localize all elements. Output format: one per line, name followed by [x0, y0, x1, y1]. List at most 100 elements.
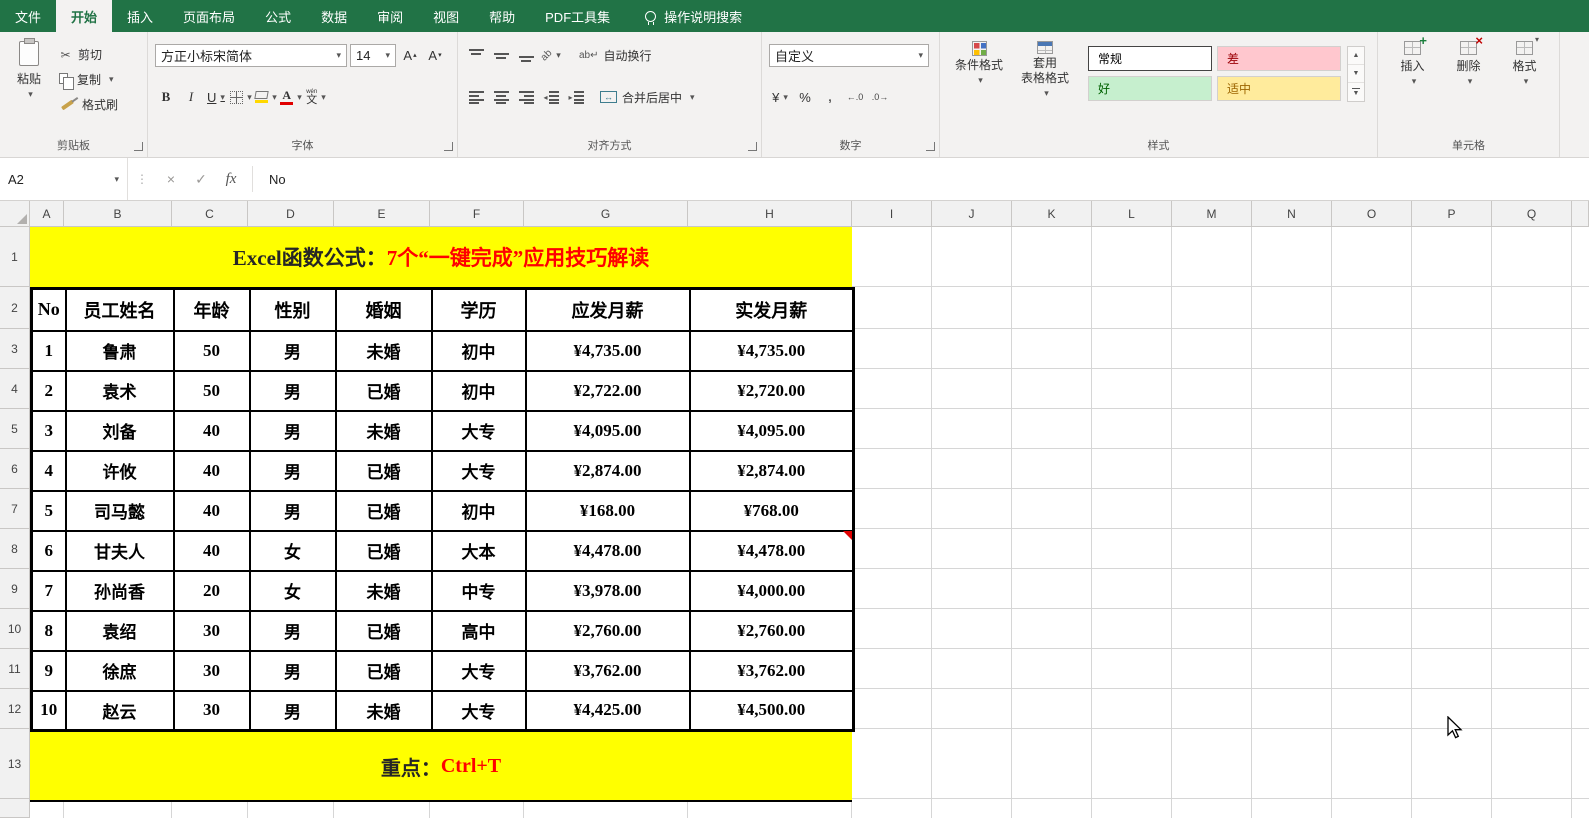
tab-页面布局[interactable]: 页面布局 [168, 0, 250, 32]
style-chip-差[interactable]: 差 [1217, 46, 1341, 71]
table-header-4[interactable]: 婚姻 [334, 287, 433, 332]
column-header-C[interactable]: C [172, 201, 248, 227]
increase-indent-button[interactable]: ▸ [565, 86, 587, 108]
cell-r5-c4[interactable]: 未婚 [334, 409, 433, 452]
decrease-font-size-button[interactable]: A ▾ [424, 44, 446, 66]
font-name-select[interactable]: 方正小标宋简体 ▾ [155, 43, 347, 67]
row-header-2[interactable]: 2 [0, 287, 30, 329]
cell-r4-c7[interactable]: ¥2,720.00 [688, 369, 855, 412]
cell-r11-c4[interactable]: 已婚 [334, 649, 433, 692]
cell-r10-c5[interactable]: 高中 [430, 609, 527, 652]
cell-r11-c3[interactable]: 男 [248, 649, 337, 692]
cell-r4-c3[interactable]: 男 [248, 369, 337, 412]
cell-r6-c6[interactable]: ¥2,874.00 [524, 449, 691, 492]
column-header-M[interactable]: M [1172, 201, 1252, 227]
cell-r6-c4[interactable]: 已婚 [334, 449, 433, 492]
accounting-format-button[interactable]: ¥ ▾ [769, 86, 791, 108]
format-cells-button[interactable]: 格式 ▾ [1500, 34, 1550, 134]
clipboard-dialog-launcher[interactable] [134, 142, 143, 151]
gallery-scroll-down-icon[interactable]: ▼ [1348, 65, 1364, 83]
align-right-button[interactable] [515, 86, 537, 108]
cell-r8-c4[interactable]: 已婚 [334, 529, 433, 572]
confirm-entry-icon[interactable]: ✓ [186, 171, 216, 188]
cell-r6-c2[interactable]: 40 [172, 449, 251, 492]
fill-color-button[interactable]: ▾ [254, 86, 277, 108]
number-format-select[interactable]: 自定义 ▾ [769, 43, 929, 67]
phonetic-guide-button[interactable]: wén 文 ▾ [305, 86, 327, 108]
increase-decimal-button[interactable]: ←.0 [844, 86, 866, 108]
table-header-1[interactable]: 员工姓名 [64, 287, 175, 332]
cell-r5-c0[interactable]: 3 [30, 409, 67, 452]
column-header-D[interactable]: D [248, 201, 334, 227]
tab-数据[interactable]: 数据 [306, 0, 362, 32]
cell-r7-c5[interactable]: 初中 [430, 489, 527, 532]
cell-r4-c2[interactable]: 50 [172, 369, 251, 412]
cut-button[interactable]: ✂ 剪切 [58, 44, 118, 65]
row-header-1[interactable]: 1 [0, 227, 30, 287]
cell-r4-c6[interactable]: ¥2,722.00 [524, 369, 691, 412]
row-header-10[interactable]: 10 [0, 609, 30, 649]
cell-r10-c4[interactable]: 已婚 [334, 609, 433, 652]
delete-cells-button[interactable]: 删除 ▾ [1444, 33, 1494, 134]
cell-r7-c3[interactable]: 男 [248, 489, 337, 532]
borders-button[interactable]: ▾ [230, 86, 252, 108]
column-header-L[interactable]: L [1092, 201, 1172, 227]
column-header-F[interactable]: F [430, 201, 524, 227]
row-header-7[interactable]: 7 [0, 489, 30, 529]
format-as-table-button[interactable]: 套用 表格格式 ▾ [1012, 34, 1078, 138]
cell-r7-c2[interactable]: 40 [172, 489, 251, 532]
cell-r12-c7[interactable]: ¥4,500.00 [688, 689, 855, 732]
column-header-G[interactable]: G [524, 201, 688, 227]
table-header-6[interactable]: 应发月薪 [524, 287, 691, 332]
cell-r5-c1[interactable]: 刘备 [64, 409, 175, 452]
tab-文件[interactable]: 文件 [0, 0, 56, 32]
comma-style-button[interactable]: , [819, 86, 841, 108]
cell-r10-c0[interactable]: 8 [30, 609, 67, 652]
row-header-8[interactable]: 8 [0, 529, 30, 569]
increase-font-size-button[interactable]: A ▴ [399, 44, 421, 66]
wrap-text-button[interactable]: ab↵ 自动换行 [579, 45, 652, 66]
table-header-0[interactable]: No [30, 287, 67, 332]
title-banner[interactable]: Excel函数公式： 7个“一键完成”应用技巧解读 [30, 227, 852, 287]
column-header-O[interactable]: O [1332, 201, 1412, 227]
tell-me-search[interactable]: 操作说明搜索 [645, 0, 742, 32]
cell-r10-c2[interactable]: 30 [172, 609, 251, 652]
insert-function-icon[interactable]: fx [216, 171, 246, 188]
cell-r5-c2[interactable]: 40 [172, 409, 251, 452]
gallery-scroll-up-icon[interactable]: ▲ [1348, 47, 1364, 65]
cell-r12-c0[interactable]: 10 [30, 689, 67, 732]
cell-r6-c0[interactable]: 4 [30, 449, 67, 492]
cell-r3-c5[interactable]: 初中 [430, 329, 527, 372]
cell-r10-c3[interactable]: 男 [248, 609, 337, 652]
number-dialog-launcher[interactable] [926, 142, 935, 151]
row-header-11[interactable]: 11 [0, 649, 30, 689]
table-header-2[interactable]: 年龄 [172, 287, 251, 332]
tab-插入[interactable]: 插入 [112, 0, 168, 32]
merge-center-button[interactable]: ↔ 合并后居中 ▾ [600, 87, 695, 108]
insert-cells-button[interactable]: 插入 ▾ [1388, 33, 1438, 134]
tab-视图[interactable]: 视图 [418, 0, 474, 32]
cell-r5-c3[interactable]: 男 [248, 409, 337, 452]
cell-r10-c7[interactable]: ¥2,760.00 [688, 609, 855, 652]
cell-r7-c7[interactable]: ¥768.00 [688, 489, 855, 532]
underline-button[interactable]: U ▾ [205, 86, 227, 108]
cell-r11-c6[interactable]: ¥3,762.00 [524, 649, 691, 692]
bold-button[interactable]: B [155, 86, 177, 108]
alignment-dialog-launcher[interactable] [748, 142, 757, 151]
cell-r4-c4[interactable]: 已婚 [334, 369, 433, 412]
cell-r5-c5[interactable]: 大专 [430, 409, 527, 452]
align-center-button[interactable] [490, 86, 512, 108]
column-header-Q[interactable]: Q [1492, 201, 1572, 227]
cell-r9-c2[interactable]: 20 [172, 569, 251, 612]
column-header-I[interactable]: I [852, 201, 932, 227]
cell-r8-c6[interactable]: ¥4,478.00 [524, 529, 691, 572]
decrease-indent-button[interactable]: ◂ [540, 86, 562, 108]
cell-r11-c7[interactable]: ¥3,762.00 [688, 649, 855, 692]
cell-r3-c3[interactable]: 男 [248, 329, 337, 372]
table-header-5[interactable]: 学历 [430, 287, 527, 332]
gallery-more-icon[interactable]: ▼ [1348, 83, 1364, 101]
cell-r8-c2[interactable]: 40 [172, 529, 251, 572]
style-chip-适中[interactable]: 适中 [1217, 76, 1341, 101]
style-chip-常规[interactable]: 常规 [1088, 46, 1212, 71]
column-header-P[interactable]: P [1412, 201, 1492, 227]
